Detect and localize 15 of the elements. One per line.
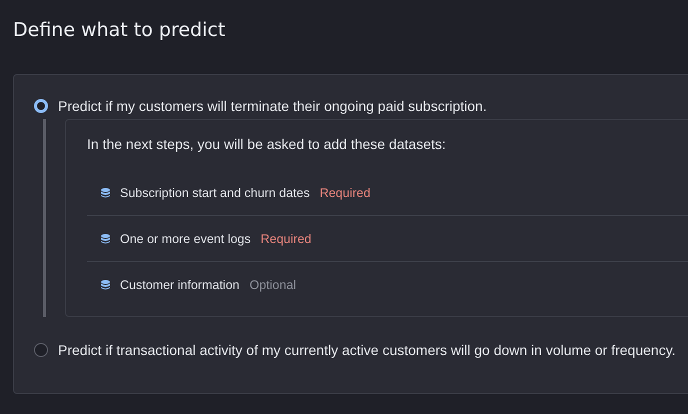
page-title: Define what to predict: [13, 18, 226, 43]
datasets-intro: In the next steps, you will be asked to add these datasets:: [87, 136, 447, 154]
option-label[interactable]: Predict if transactional activity of my currently active customers will go down in volume or frequency.: [58, 342, 676, 358]
radio-button[interactable]: [34, 343, 48, 357]
dataset-name: Customer information: [120, 278, 240, 292]
database-icon: [101, 280, 110, 290]
dataset-tag: Required: [320, 186, 370, 200]
dataset-name: Subscription start and churn dates: [120, 186, 310, 200]
option-label[interactable]: Predict if my customers will terminate their ongoing paid subscription.: [58, 98, 487, 114]
database-icon: [101, 234, 110, 244]
radio-button[interactable]: [34, 99, 48, 113]
dataset-name: One or more event logs: [120, 232, 251, 246]
database-icon: [101, 188, 110, 198]
dataset-tag: Optional: [250, 278, 296, 292]
dataset-tag: Required: [260, 232, 312, 246]
